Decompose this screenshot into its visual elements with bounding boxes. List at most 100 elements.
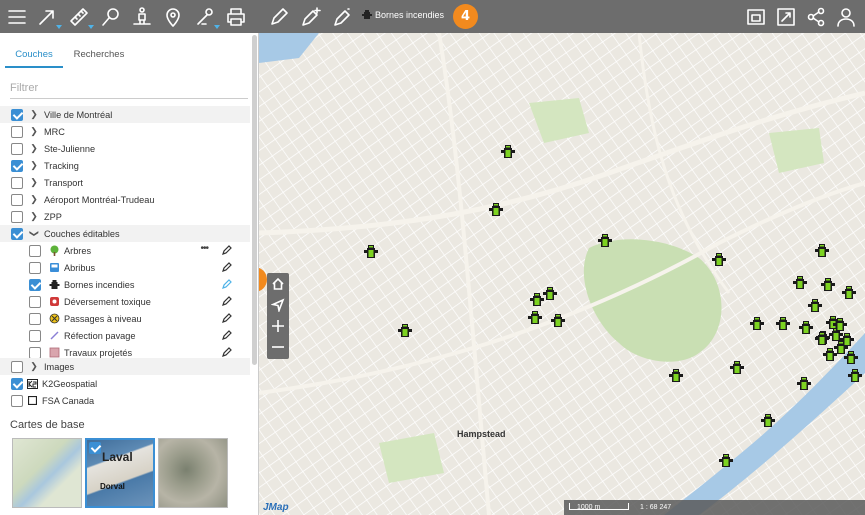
basemap-thumbnail-1[interactable]: [12, 438, 82, 508]
chevron-right-icon[interactable]: ❯: [29, 160, 39, 171]
sublayer-row-abribus[interactable]: Abribus: [0, 259, 250, 276]
edit-pencil-icon[interactable]: [222, 262, 232, 272]
hydrant-marker[interactable]: [501, 143, 515, 159]
layer-checkbox[interactable]: [11, 193, 23, 206]
hydrant-marker[interactable]: [730, 359, 744, 375]
sublayer-row-bornes-incendies[interactable]: Bornes incendies: [0, 276, 250, 293]
layer-row-transport[interactable]: ❯ Transport: [0, 174, 250, 191]
hydrant-marker[interactable]: [793, 274, 807, 290]
hydrant-marker[interactable]: [842, 284, 856, 300]
edit-feature-icon[interactable]: [330, 4, 356, 30]
layer-checkbox[interactable]: [29, 244, 41, 257]
hydrant-marker[interactable]: [712, 251, 726, 267]
menu-icon[interactable]: [4, 4, 30, 30]
chevron-right-icon[interactable]: ❯: [29, 194, 39, 205]
chevron-right-icon[interactable]: ❯: [29, 126, 39, 137]
add-feature-icon[interactable]: [298, 4, 324, 30]
hydrant-marker[interactable]: [823, 346, 837, 362]
hydrant-marker[interactable]: [833, 316, 847, 332]
measure-arrow-icon[interactable]: [34, 4, 62, 30]
edit-pencil-icon[interactable]: [222, 279, 232, 289]
hydrant-marker[interactable]: [669, 367, 683, 383]
hydrant-marker[interactable]: [761, 412, 775, 428]
layer-row-zpp[interactable]: ❯ ZPP: [0, 208, 250, 225]
hydrant-marker[interactable]: [530, 291, 544, 307]
route-icon[interactable]: [192, 4, 220, 30]
ruler-icon[interactable]: [66, 4, 94, 30]
more-options-icon[interactable]: •••: [200, 243, 208, 254]
street-view-icon[interactable]: [129, 4, 155, 30]
hydrant-marker[interactable]: [364, 243, 378, 259]
layer-checkbox[interactable]: [29, 312, 41, 325]
tab-couches[interactable]: Couches: [5, 41, 63, 68]
chevron-right-icon[interactable]: ❯: [29, 109, 39, 120]
filter-input[interactable]: [10, 77, 248, 99]
layer-checkbox[interactable]: [11, 176, 23, 189]
hydrant-marker[interactable]: [489, 201, 503, 217]
layer-checkbox[interactable]: [11, 360, 23, 373]
hydrant-marker[interactable]: [551, 312, 565, 328]
sublayer-row-deversement-toxique[interactable]: Déversement toxique: [0, 293, 250, 310]
hydrant-marker[interactable]: [719, 452, 733, 468]
edit-pencil-icon[interactable]: [266, 4, 292, 30]
layer-checkbox[interactable]: [29, 295, 41, 308]
print-icon[interactable]: [223, 4, 249, 30]
layer-checkbox[interactable]: [11, 159, 23, 172]
layer-checkbox[interactable]: [29, 329, 41, 342]
sublayer-row-arbres[interactable]: Arbres •••: [0, 242, 250, 259]
layer-row-k2geospatial[interactable]: K2Geospatial: [0, 375, 250, 392]
layer-checkbox[interactable]: [11, 227, 23, 240]
hydrant-marker[interactable]: [543, 285, 557, 301]
hydrant-marker[interactable]: [815, 330, 829, 346]
hydrant-marker[interactable]: [528, 309, 542, 325]
edit-pencil-icon[interactable]: [222, 347, 232, 357]
edit-pencil-icon[interactable]: [222, 296, 232, 306]
hydrant-marker[interactable]: [750, 315, 764, 331]
layer-checkbox[interactable]: [11, 394, 23, 407]
layer-checkbox[interactable]: [29, 261, 41, 274]
map-view[interactable]: 4 Hampstead JMap 1000 m 1 : 68 247: [259, 33, 865, 515]
sublayer-row-refection-pavage[interactable]: Réfection pavage: [0, 327, 250, 344]
user-icon[interactable]: [833, 4, 859, 30]
hydrant-marker[interactable]: [797, 375, 811, 391]
layer-row-ste-julienne[interactable]: ❯ Ste-Julienne: [0, 140, 250, 157]
hydrant-marker[interactable]: [808, 297, 822, 313]
layer-row-ville-de-montreal[interactable]: ❯ Ville de Montréal: [0, 106, 250, 123]
layer-row-tracking[interactable]: ❯ Tracking: [0, 157, 250, 174]
map-pin-icon[interactable]: [160, 4, 186, 30]
hydrant-marker[interactable]: [840, 331, 854, 347]
zoom-out-icon[interactable]: [267, 336, 289, 357]
edit-pencil-icon[interactable]: [222, 313, 232, 323]
chevron-right-icon[interactable]: ❯: [29, 177, 39, 188]
layer-checkbox[interactable]: [11, 108, 23, 121]
layer-checkbox[interactable]: [11, 125, 23, 138]
chevron-right-icon[interactable]: ❯: [29, 211, 39, 222]
chevron-down-icon[interactable]: ❯: [29, 229, 40, 239]
chevron-right-icon[interactable]: ❯: [29, 361, 39, 372]
hydrant-marker[interactable]: [844, 349, 858, 365]
window-icon[interactable]: [743, 4, 769, 30]
hydrant-marker[interactable]: [848, 367, 862, 383]
layer-row-mrc[interactable]: ❯ MRC: [0, 123, 250, 140]
hydrant-marker[interactable]: [799, 319, 813, 335]
basemap-thumbnail-2[interactable]: Laval Dorval: [85, 438, 155, 508]
panel-scrollbar[interactable]: [252, 35, 257, 365]
zoom-in-icon[interactable]: [267, 315, 289, 336]
basemap-thumbnail-3[interactable]: [158, 438, 228, 508]
share-icon[interactable]: [803, 4, 829, 30]
layer-checkbox[interactable]: [29, 346, 41, 359]
hydrant-marker[interactable]: [598, 232, 612, 248]
home-icon[interactable]: [267, 273, 289, 294]
hydrant-marker[interactable]: [821, 276, 835, 292]
layer-checkbox[interactable]: [11, 377, 23, 390]
sublayer-row-passages-a-niveau[interactable]: Passages à niveau: [0, 310, 250, 327]
hydrant-marker[interactable]: [776, 315, 790, 331]
layer-row-fsa-canada[interactable]: FSA Canada: [0, 392, 250, 409]
layer-row-images[interactable]: ❯ Images: [0, 358, 250, 375]
fullscreen-icon[interactable]: [773, 4, 799, 30]
tab-recherches[interactable]: Recherches: [66, 41, 132, 68]
hydrant-marker[interactable]: [815, 242, 829, 258]
hydrant-marker[interactable]: [398, 322, 412, 338]
layer-row-couches-editables[interactable]: ❯ Couches éditables: [0, 225, 250, 242]
locate-icon[interactable]: [267, 294, 289, 315]
